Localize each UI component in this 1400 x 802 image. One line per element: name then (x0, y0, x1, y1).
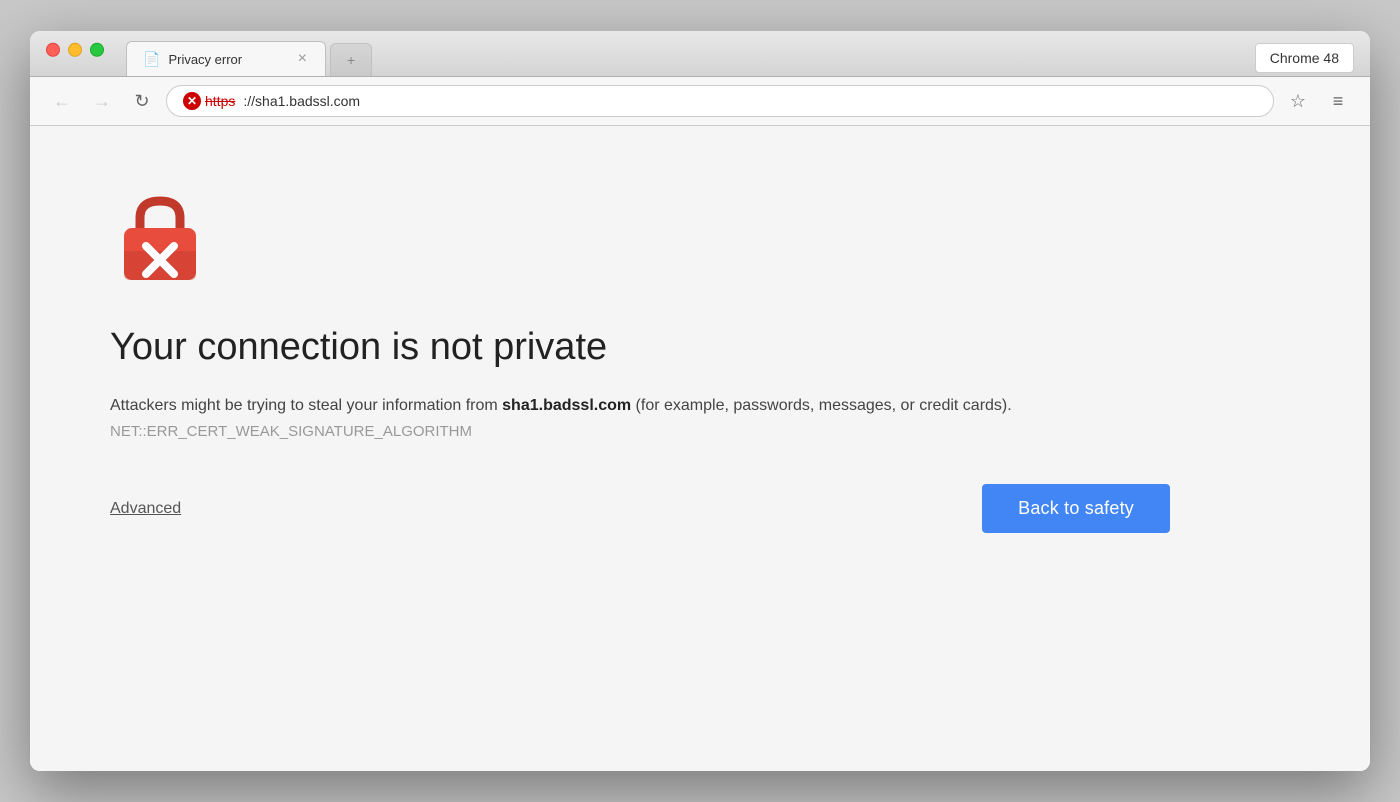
error-domain: sha1.badssl.com (502, 397, 631, 414)
back-icon: ← (53, 91, 71, 112)
https-text: https (205, 93, 235, 109)
advanced-button[interactable]: Advanced (110, 500, 181, 518)
reload-icon: ↻ (134, 91, 149, 112)
menu-button[interactable]: ≡ (1322, 85, 1354, 117)
forward-button[interactable]: → (86, 85, 118, 117)
hamburger-icon: ≡ (1333, 91, 1344, 112)
title-bar: 📄 Privacy error × + Chrome 48 (30, 31, 1370, 77)
tabs-area: 📄 Privacy error × + (126, 41, 1354, 76)
error-code: NET::ERR_CERT_WEAK_SIGNATURE_ALGORITHM (110, 423, 472, 440)
chrome-version-badge: Chrome 48 (1255, 43, 1354, 73)
error-heading: Your connection is not private (110, 326, 1290, 369)
ssl-error-icon: ✕ (183, 92, 201, 110)
tab-title: Privacy error (168, 52, 287, 67)
address-bar[interactable]: ✕ https ://sha1.badssl.com (166, 85, 1274, 117)
error-page: Your connection is not private Attackers… (30, 126, 1370, 771)
security-indicator: ✕ https (183, 92, 235, 110)
actions-row: Advanced Back to safety (110, 484, 1170, 533)
back-button[interactable]: ← (46, 85, 78, 117)
url-text: ://sha1.badssl.com (243, 93, 360, 109)
active-tab[interactable]: 📄 Privacy error × (126, 41, 326, 76)
minimize-button[interactable] (68, 42, 82, 56)
star-icon: ☆ (1290, 91, 1306, 112)
maximize-button[interactable] (90, 42, 104, 56)
error-description: Attackers might be trying to steal your … (110, 393, 1170, 444)
back-to-safety-button[interactable]: Back to safety (982, 484, 1170, 533)
bookmark-button[interactable]: ☆ (1282, 85, 1314, 117)
browser-window: 📄 Privacy error × + Chrome 48 ← → ↻ ✕ ht… (30, 31, 1370, 771)
close-button[interactable] (46, 42, 60, 56)
new-tab-button[interactable]: + (330, 43, 372, 76)
tab-page-icon: 📄 (143, 51, 160, 68)
traffic-lights (46, 42, 104, 56)
description-prefix: Attackers might be trying to steal your … (110, 397, 502, 414)
nav-bar: ← → ↻ ✕ https ://sha1.badssl.com ☆ ≡ (30, 77, 1370, 126)
forward-icon: → (93, 91, 111, 112)
reload-button[interactable]: ↻ (126, 85, 158, 117)
tab-close-button[interactable]: × (296, 50, 309, 68)
description-suffix: (for example, passwords, messages, or cr… (631, 397, 1012, 414)
lock-error-icon (110, 186, 210, 286)
